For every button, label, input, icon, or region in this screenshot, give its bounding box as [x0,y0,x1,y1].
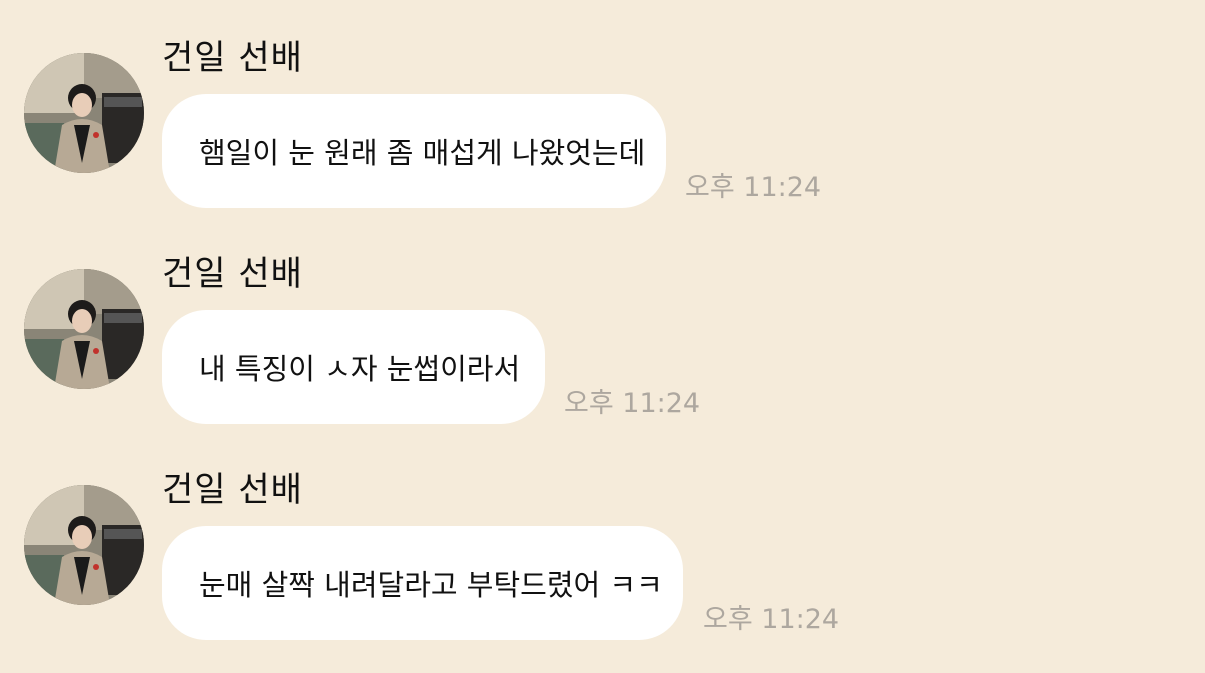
profile-photo-icon [24,269,144,389]
sender-name: 건일 선배 [162,254,303,294]
message-text: 내 특징이 ㅅ자 눈썹이라서 [199,352,521,386]
message-time: 오후 11:24 [564,388,701,419]
profile-photo-icon [24,53,144,173]
profile-photo-icon [24,485,144,605]
message-bubble[interactable]: 눈매 살짝 내려달라고 부탁드렸어 ㅋㅋ [162,526,683,640]
avatar[interactable] [24,53,144,173]
message-time: 오후 11:24 [703,604,840,635]
message-row: 건일 선배 눈매 살짝 내려달라고 부탁드렸어 ㅋㅋ 오후 11:24 [0,468,1205,668]
message-text: 눈매 살짝 내려달라고 부탁드렸어 ㅋㅋ [199,568,663,602]
message-bubble[interactable]: 내 특징이 ㅅ자 눈썹이라서 [162,310,545,424]
sender-name: 건일 선배 [162,470,303,510]
message-row: 건일 선배 햄일이 눈 원래 좀 매섭게 나왔엇는데 오후 11:24 [0,36,1205,236]
message-row: 건일 선배 내 특징이 ㅅ자 눈썹이라서 오후 11:24 [0,252,1205,452]
message-time: 오후 11:24 [685,172,822,203]
sender-name: 건일 선배 [162,38,303,78]
avatar[interactable] [24,485,144,605]
avatar[interactable] [24,269,144,389]
message-bubble[interactable]: 햄일이 눈 원래 좀 매섭게 나왔엇는데 [162,94,666,208]
message-text: 햄일이 눈 원래 좀 매섭게 나왔엇는데 [199,136,646,170]
